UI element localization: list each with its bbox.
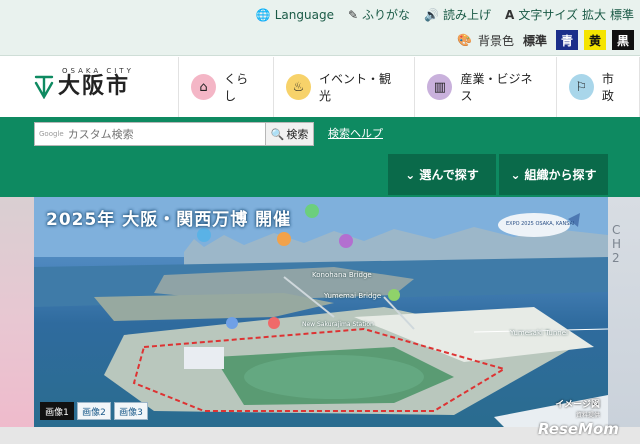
search-band: Google 🔍 検索 検索ヘルプ ⌄ 選んで探す ⌄ 組織から探す bbox=[0, 117, 640, 197]
logo-jp: 大阪市 bbox=[58, 74, 131, 99]
org-find-label: 組織から探す bbox=[524, 168, 597, 182]
read-aloud-link[interactable]: 🔊 読み上げ bbox=[424, 6, 491, 23]
nav-item-event[interactable]: ♨ イベント・観光 bbox=[272, 57, 414, 117]
watermark: ReseMom bbox=[538, 420, 619, 438]
chevron-down-icon: ⌄ bbox=[510, 167, 521, 182]
site-logo[interactable]: OSAKA CITY 大阪市 bbox=[34, 67, 134, 99]
search-icon: 🔍 bbox=[270, 127, 285, 141]
building-icon: ▥ bbox=[427, 74, 453, 100]
bg-yellow-button[interactable]: 黄 bbox=[584, 30, 606, 50]
yumemai-bridge-label: Yumemai Bridge bbox=[324, 292, 382, 300]
image-caption-sub: 資料提供 bbox=[575, 412, 600, 419]
google-label: Google bbox=[39, 130, 64, 138]
bg-color-label: 背景色 bbox=[477, 33, 514, 48]
slide-tab-3[interactable]: 画像3 bbox=[114, 402, 148, 420]
org-find-button[interactable]: ⌄ 組織から探す bbox=[499, 154, 608, 195]
slide-tab-2[interactable]: 画像2 bbox=[77, 402, 111, 420]
event-icon: ♨ bbox=[285, 74, 312, 100]
speaker-icon: 🔊 bbox=[424, 7, 440, 22]
language-icon: 🌐 bbox=[255, 7, 271, 22]
furigana-icon: ✎ bbox=[347, 7, 359, 22]
peek-char: H bbox=[612, 237, 622, 251]
text-size-icon: A bbox=[505, 7, 515, 22]
choose-find-label: 選んで探す bbox=[419, 168, 479, 182]
slide-tab-1[interactable]: 画像1 bbox=[40, 402, 74, 420]
utility-row-bottom: 🎨 背景色 標準 青 黄 黒 bbox=[457, 30, 634, 50]
read-aloud-label: 読み上げ bbox=[443, 8, 492, 22]
utility-row-top: 🌐 Language ✎ ふりがな 🔊 読み上げ A 文字サイズ 拡大 標準 bbox=[256, 6, 634, 23]
main-nav: ⌂ くらし ♨ イベント・観光 ▥ 産業・ビジネス ⚐ 市政 bbox=[178, 57, 640, 117]
furigana-label: ふりがな bbox=[362, 8, 411, 22]
nav-item-kurashi[interactable]: ⌂ くらし bbox=[178, 57, 273, 117]
bg-standard-button[interactable]: 標準 bbox=[520, 30, 550, 50]
yumesaki-tunnel-label: Yumesaki Tunnel bbox=[510, 329, 568, 337]
text-size-label: 文字サイズ bbox=[518, 8, 578, 22]
search-form: Google 🔍 検索 bbox=[34, 122, 314, 146]
text-size-enlarge[interactable]: 拡大 bbox=[582, 6, 606, 23]
language-label: Language bbox=[274, 7, 334, 22]
city-hall-icon: ⚐ bbox=[568, 74, 594, 100]
hero-slide[interactable]: 2025年 大阪・関西万博 開催 Konohana Bridge Yumemai… bbox=[34, 197, 608, 427]
expo-aerial-image bbox=[34, 197, 608, 427]
bg-black-button[interactable]: 黒 bbox=[612, 30, 634, 50]
house-icon: ⌂ bbox=[191, 74, 217, 100]
hero-title: 2025年 大阪・関西万博 開催 bbox=[46, 210, 292, 230]
furigana-link[interactable]: ✎ ふりがな bbox=[348, 6, 410, 23]
site-header: OSAKA CITY 大阪市 ⌂ くらし ♨ イベント・観光 ▥ 産業・ビジネス… bbox=[0, 57, 640, 117]
nav-label: 産業・ビジネス bbox=[460, 72, 533, 103]
choose-find-button[interactable]: ⌄ 選んで探す bbox=[388, 154, 496, 195]
search-button-label: 検索 bbox=[286, 128, 309, 141]
palette-icon: 🎨 bbox=[457, 33, 472, 47]
nav-label: イベント・観光 bbox=[319, 72, 392, 103]
image-caption: イメージ図 資料提供 bbox=[555, 397, 600, 419]
search-button[interactable]: 🔍 検索 bbox=[266, 122, 314, 146]
nav-item-business[interactable]: ▥ 産業・ビジネス bbox=[414, 57, 555, 117]
peek-char: C bbox=[612, 223, 621, 237]
bg-blue-button[interactable]: 青 bbox=[556, 30, 578, 50]
konohana-bridge-label: Konohana Bridge bbox=[312, 271, 372, 279]
slide-tabs: 画像1 画像2 画像3 bbox=[40, 402, 148, 420]
prev-slide-peek[interactable] bbox=[0, 197, 34, 444]
miotsukushi-icon bbox=[34, 75, 54, 99]
station-label: New Sakurajima Station bbox=[302, 321, 374, 328]
nav-label: 市政 bbox=[601, 72, 614, 103]
text-size-standard[interactable]: 標準 bbox=[610, 6, 634, 23]
chevron-down-icon: ⌄ bbox=[405, 167, 416, 182]
search-input[interactable] bbox=[67, 127, 258, 141]
peek-char: 2 bbox=[612, 251, 620, 265]
nav-item-shisei[interactable]: ⚐ 市政 bbox=[555, 57, 640, 117]
nav-label: くらし bbox=[224, 72, 249, 103]
image-caption-main: イメージ図 bbox=[555, 400, 600, 410]
utility-bar: 🌐 Language ✎ ふりがな 🔊 読み上げ A 文字サイズ 拡大 標準 🎨… bbox=[0, 0, 640, 56]
blimp-text: EXPO 2025 OSAKA, KANSAI bbox=[506, 221, 575, 227]
next-slide-peek[interactable]: C H 2 bbox=[608, 197, 640, 444]
search-help-link[interactable]: 検索ヘルプ bbox=[328, 125, 383, 141]
logo-text: OSAKA CITY 大阪市 bbox=[58, 67, 134, 99]
language-link[interactable]: 🌐 Language bbox=[256, 8, 334, 22]
search-field[interactable]: Google bbox=[34, 122, 266, 146]
text-size-control: A 文字サイズ 拡大 標準 bbox=[505, 6, 634, 23]
